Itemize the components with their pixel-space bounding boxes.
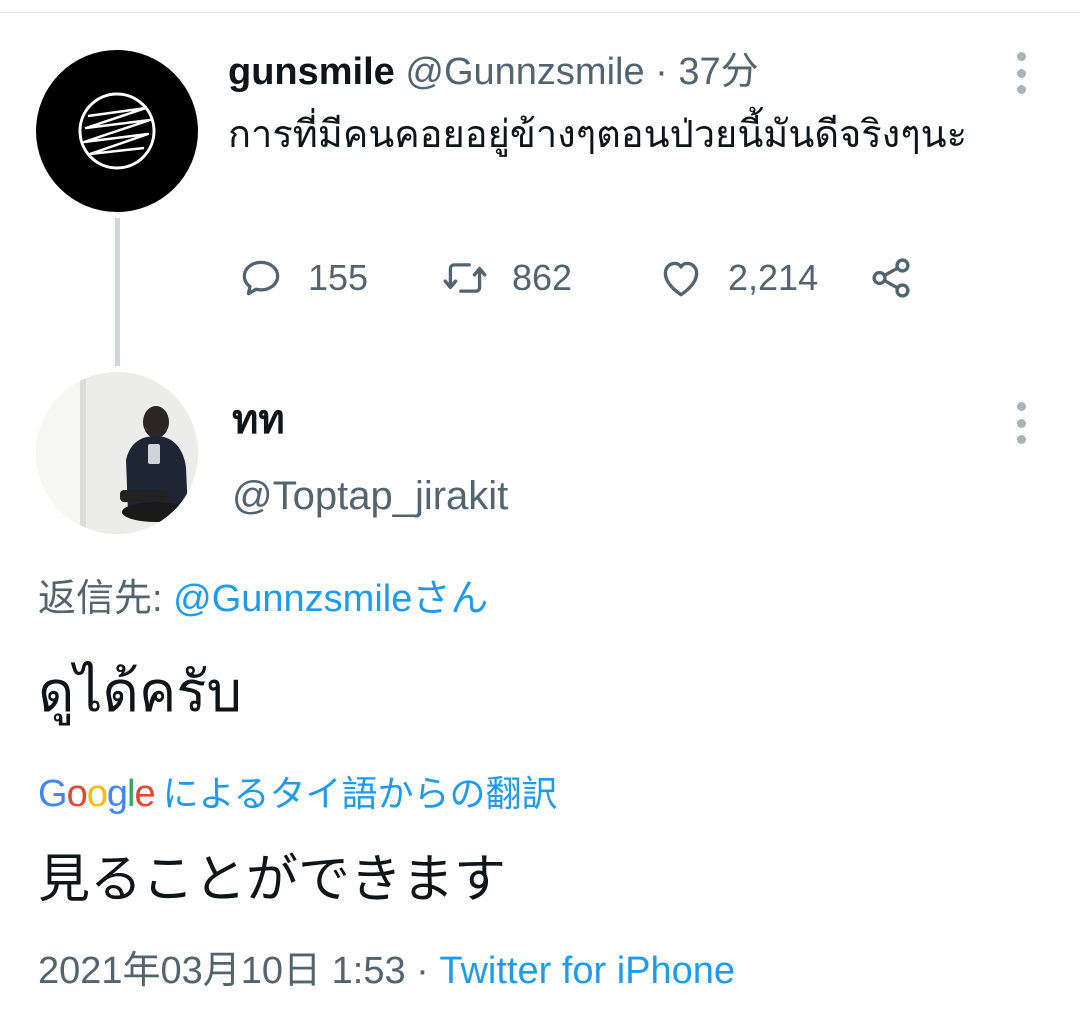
tweet-metadata: 2021年03月10日 1:53 · Twitter for iPhone [38, 944, 735, 998]
tweet-text: ดูได้ครับ [38, 660, 242, 723]
retweet-icon [443, 263, 487, 293]
separator-dot: · [644, 51, 679, 93]
heart-icon [663, 261, 699, 297]
more-dot-icon [1016, 402, 1026, 411]
more-dot-icon [1016, 435, 1026, 444]
retweet-count: 862 [512, 257, 573, 298]
reply-count: 155 [308, 257, 369, 298]
more-options-button[interactable] [1006, 48, 1036, 98]
display-name[interactable]: ทท [232, 392, 285, 448]
like-button[interactable]: 2,214 [656, 250, 818, 306]
share-icon [872, 258, 910, 298]
share-button[interactable] [866, 250, 916, 306]
more-dot-icon [1016, 85, 1026, 94]
reply-to-link[interactable]: @Gunnzsmileさん [173, 578, 488, 620]
reply-icon [242, 260, 280, 296]
like-count: 2,214 [728, 257, 819, 298]
thread-connector [115, 218, 120, 366]
top-divider [0, 12, 1080, 13]
translation-attribution[interactable]: Google によるタイ語からの翻訳 [38, 768, 558, 820]
tweet-text: การที่มีคนคอยอยู่ข้างๆตอนป่วยนี้มันดีจริ… [228, 114, 968, 156]
google-logo: Google [38, 773, 156, 815]
reply-to-label: 返信先: [38, 578, 174, 620]
profile-photo [36, 372, 198, 534]
separator-dot: · [405, 950, 440, 992]
tweet-actions: 155 862 2,214 [236, 250, 936, 306]
display-name[interactable]: gunsmile [228, 51, 395, 93]
avatar[interactable] [36, 372, 198, 534]
retweet-button[interactable]: 862 [440, 250, 572, 306]
translated-text: 見ることができます [38, 851, 507, 909]
more-options-button[interactable] [1006, 398, 1036, 448]
user-handle[interactable]: @Gunnzsmile [405, 51, 644, 93]
avatar[interactable] [36, 50, 198, 212]
client-link[interactable]: Twitter for iPhone [439, 950, 735, 992]
more-dot-icon [1016, 68, 1026, 78]
user-handle[interactable]: @Toptap_jirakit [232, 468, 508, 524]
tweet-timestamp[interactable]: 2021年03月10日 1:53 [38, 950, 406, 992]
more-dot-icon [1016, 418, 1026, 428]
translation-label: によるタイ語からの翻訳 [162, 773, 558, 814]
reply-button[interactable]: 155 [236, 250, 368, 306]
tweet-header: gunsmile @Gunnzsmile · 37分 [228, 46, 759, 98]
reply-context: 返信先: @Gunnzsmileさん [38, 572, 488, 626]
more-dot-icon [1016, 52, 1026, 61]
spiral-logo-icon [78, 92, 156, 170]
tweet-time[interactable]: 37分 [678, 51, 758, 93]
